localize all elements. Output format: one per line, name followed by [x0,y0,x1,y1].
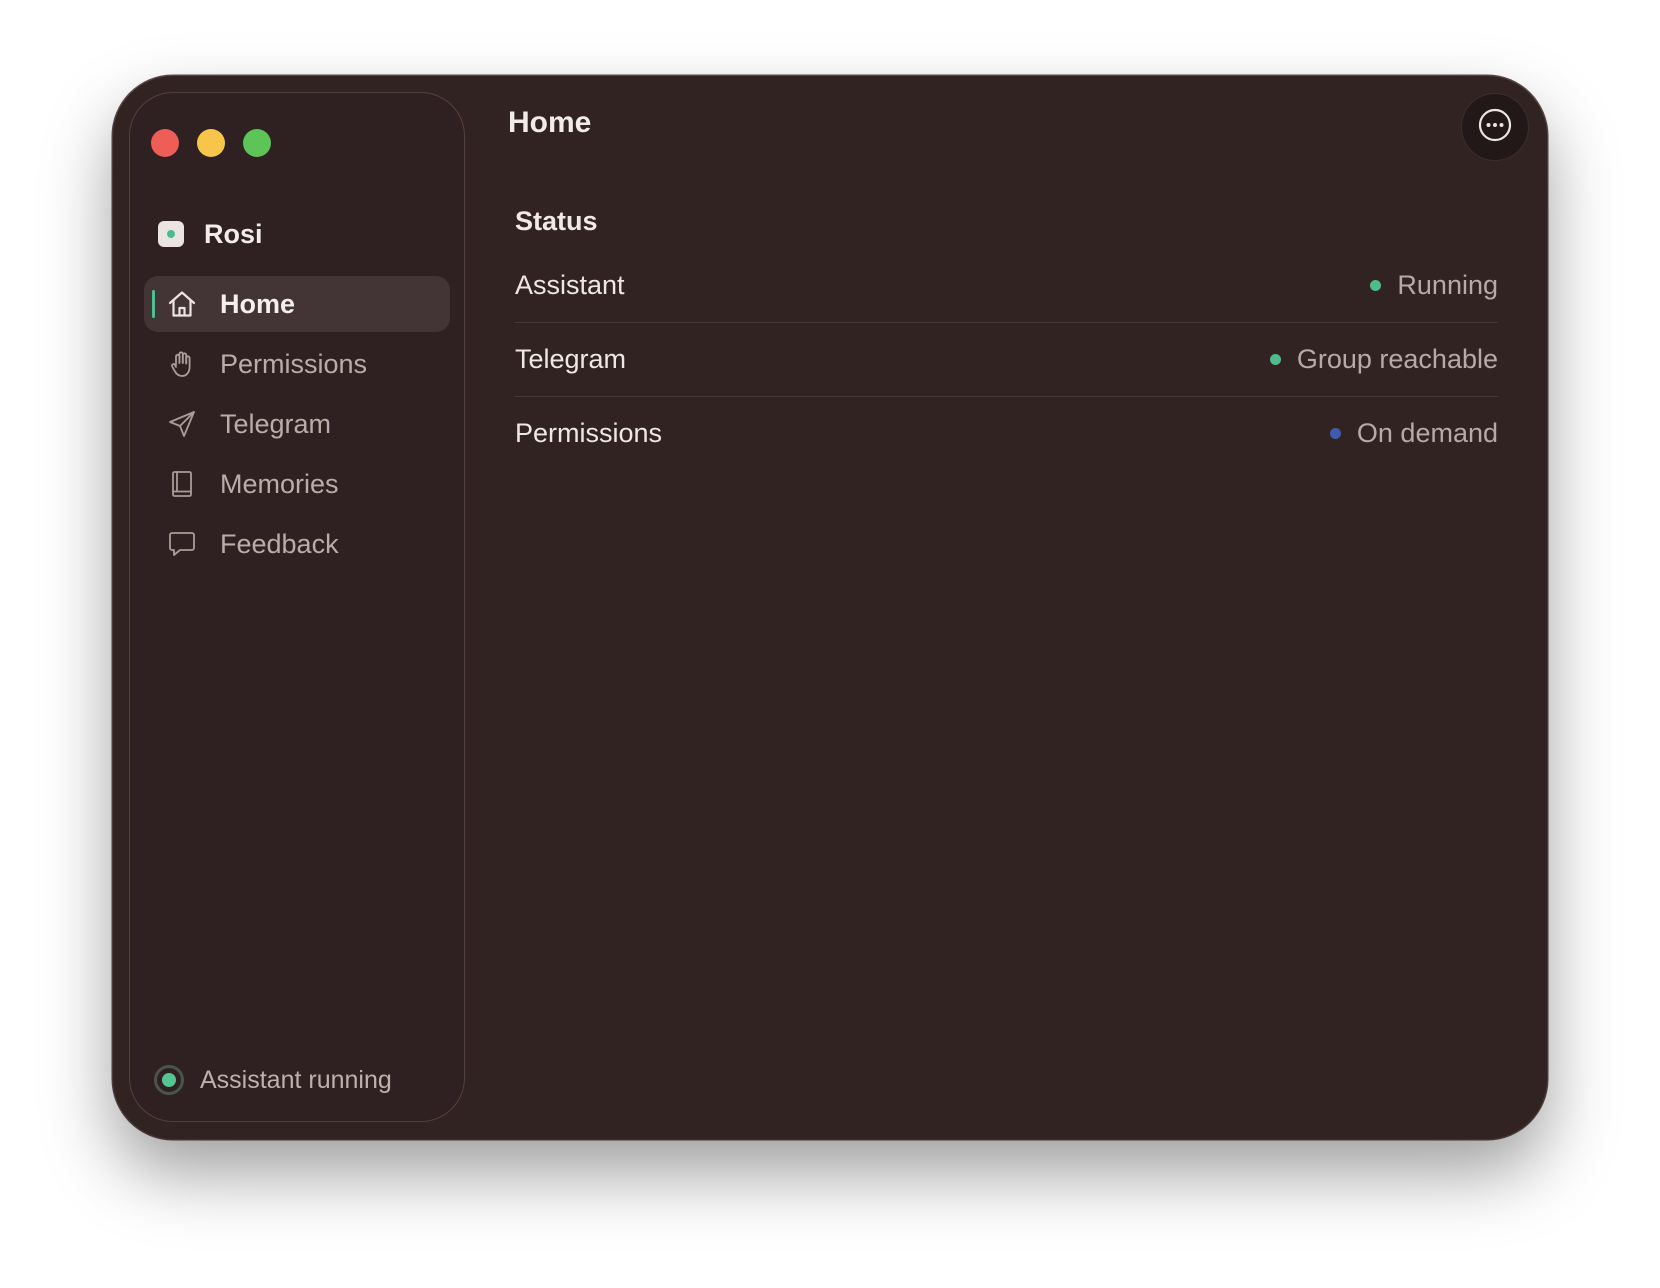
sidebar-item-permissions[interactable]: Permissions [144,336,450,392]
status-row-permissions: Permissions On demand [515,397,1498,470]
house-icon [166,288,198,320]
sidebar-item-feedback[interactable]: Feedback [144,516,450,572]
status-dot-icon [1370,280,1382,291]
sidebar-item-home[interactable]: Home [144,276,450,332]
sidebar-item-label: Permissions [220,348,368,379]
status-text: Group reachable [1296,344,1498,374]
sidebar-nav: Home Permissions Telegram Memories Feedb… [144,276,450,576]
sidebar-item-memories[interactable]: Memories [144,456,450,512]
sidebar-item-label: Feedback [220,528,339,559]
minimize-window-button[interactable] [197,129,225,157]
page-title: Home [508,106,592,139]
book-icon [166,468,198,500]
maximize-window-button[interactable] [243,129,271,157]
status-row-value: Running [1370,270,1498,301]
app-window: Rosi Home Permissions Telegram Memories … [113,76,1547,1139]
status-row-label: Permissions [515,418,663,448]
status-dot-icon [1329,428,1341,439]
status-row-label: Telegram [515,344,627,374]
sidebar-item-label: Home [220,288,296,319]
status-section-title: Status [515,206,598,236]
status-row-value: Group reachable [1269,344,1498,375]
more-options-button[interactable] [1461,93,1529,161]
status-row-value: On demand [1329,418,1498,449]
sidebar-brand: Rosi [158,218,263,250]
status-text: Running [1397,270,1498,300]
assistant-status-text: Assistant running [200,1065,392,1094]
app-logo-icon [158,221,184,247]
close-window-button[interactable] [151,129,179,157]
status-row-telegram: Telegram Group reachable [515,323,1498,397]
status-list: Assistant Running Telegram Group reachab… [515,249,1498,470]
sidebar-item-label: Telegram [220,408,332,439]
chat-bubble-icon [166,528,198,560]
sidebar-item-telegram[interactable]: Telegram [144,396,450,452]
status-text: On demand [1356,418,1498,448]
status-row-label: Assistant [515,270,625,300]
status-dot-icon [154,1065,184,1095]
ellipsis-circle-icon [1477,107,1513,148]
sidebar: Rosi Home Permissions Telegram Memories … [129,92,465,1122]
paper-plane-icon [166,408,198,440]
status-row-assistant: Assistant Running [515,249,1498,323]
status-dot-icon [1269,354,1281,365]
assistant-status-indicator: Assistant running [154,1062,392,1098]
sidebar-item-label: Memories [220,468,339,499]
hand-icon [166,348,198,380]
brand-name: Rosi [204,218,263,249]
